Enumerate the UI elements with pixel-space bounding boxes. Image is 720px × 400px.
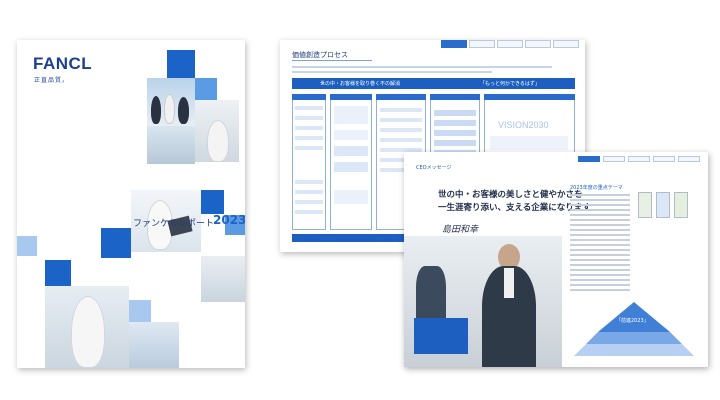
ceo-headline: 世の中・お客様の美しさと健やかさを [438, 190, 583, 200]
column-row [380, 138, 422, 142]
column-row [295, 190, 323, 194]
body-text-line [570, 209, 630, 211]
column-row [295, 210, 323, 214]
section-title: 2023年度の重点テーマ [570, 185, 623, 191]
body-text-line [570, 274, 630, 276]
body-text-line [570, 254, 630, 256]
column-row [380, 128, 422, 132]
body-text-line [570, 259, 630, 261]
vision-text: VISION2030 [498, 120, 549, 130]
section-tabs [441, 40, 579, 48]
column-header [484, 94, 575, 100]
city-photo [147, 126, 195, 164]
body-text-line [570, 229, 630, 231]
column-row [295, 106, 323, 110]
body-text-line [570, 289, 630, 291]
section-tab [441, 40, 467, 48]
column-header [430, 94, 480, 100]
banner-left-text: 世の中・お客様を取り巻く不の解消 [320, 81, 401, 87]
group-photo [147, 78, 195, 126]
blue-square [195, 78, 217, 100]
column-row [434, 130, 476, 136]
column-row [334, 106, 368, 124]
banner-right-text: 「もっと何かできるはず」 [480, 81, 540, 87]
ceo-message-label: CEOメッセージ [416, 165, 452, 171]
product-image [656, 192, 670, 218]
fancl-logo: FANCL [33, 54, 93, 73]
body-text-line [292, 66, 552, 68]
blue-square [101, 228, 131, 258]
column-row [334, 190, 368, 204]
section-tab [628, 156, 650, 162]
column-row [490, 136, 568, 150]
body-text-line [570, 249, 630, 251]
blue-square [200, 190, 224, 214]
ceo-signature: 島田和幸 [442, 225, 479, 235]
section-tabs [578, 156, 700, 162]
logo-tagline: 正直品質。 [34, 77, 70, 84]
section-tab [525, 40, 551, 48]
column-row [334, 162, 368, 172]
column-row [295, 200, 323, 204]
ceo-headline: 一生涯寄り添い、支える企業になります [438, 203, 591, 213]
body-text-line [570, 244, 630, 246]
body-text-line [570, 279, 630, 281]
report-title: ファンケルレポート [133, 219, 215, 229]
researcher-photo [195, 100, 239, 162]
report-cover: FANCL 正直品質。 ファンケルレポート 2023 [17, 40, 245, 368]
body-text-line [570, 204, 630, 206]
column-row [295, 146, 323, 150]
column-row [295, 116, 323, 120]
body-text-line [570, 234, 630, 236]
body-text-line [570, 214, 630, 216]
body-text-line [570, 194, 630, 196]
spread-heading: 価値創造プロセス [292, 51, 348, 59]
section-tab [578, 156, 600, 162]
blue-square [17, 236, 37, 256]
column-row [434, 110, 476, 116]
column-row [434, 120, 476, 126]
body-text-line [570, 224, 630, 226]
column-row [434, 140, 476, 146]
column-row [380, 108, 422, 112]
section-tab [678, 156, 700, 162]
column-header [292, 94, 326, 100]
body-text-line [570, 199, 630, 201]
column-header [376, 94, 426, 100]
section-tab [469, 40, 495, 48]
section-tab [553, 40, 579, 48]
body-text-line [570, 284, 630, 286]
blue-square [45, 260, 71, 286]
body-text-line [570, 219, 630, 221]
body-text-line [570, 264, 630, 266]
column-row [334, 130, 368, 140]
product-image [638, 192, 652, 218]
pyramid-label: 「前進2023」 [616, 318, 649, 324]
section-tab [653, 156, 675, 162]
column-header [330, 94, 372, 100]
store-photo [201, 256, 245, 302]
lab-photo [45, 286, 129, 368]
column-row [295, 136, 323, 140]
column-row [380, 118, 422, 122]
ceo-message-spread: CEOメッセージ 世の中・お客様の美しさと健やかさを 一生涯寄り添い、支える企業… [404, 152, 708, 367]
heading-rule [292, 60, 372, 61]
product-image [674, 192, 688, 218]
report-year: 2023 [213, 213, 245, 227]
body-text-line [292, 71, 492, 73]
strategy-pyramid [574, 302, 694, 356]
column-row [295, 180, 323, 184]
profile-box [414, 318, 468, 354]
column-row [295, 126, 323, 130]
blue-square [129, 300, 151, 322]
body-text-line [570, 269, 630, 271]
blue-square [167, 50, 195, 78]
section-tab [497, 40, 523, 48]
lab-equipment-photo [129, 322, 179, 368]
body-text-line [570, 239, 630, 241]
section-tab [603, 156, 625, 162]
column-row [334, 146, 368, 156]
